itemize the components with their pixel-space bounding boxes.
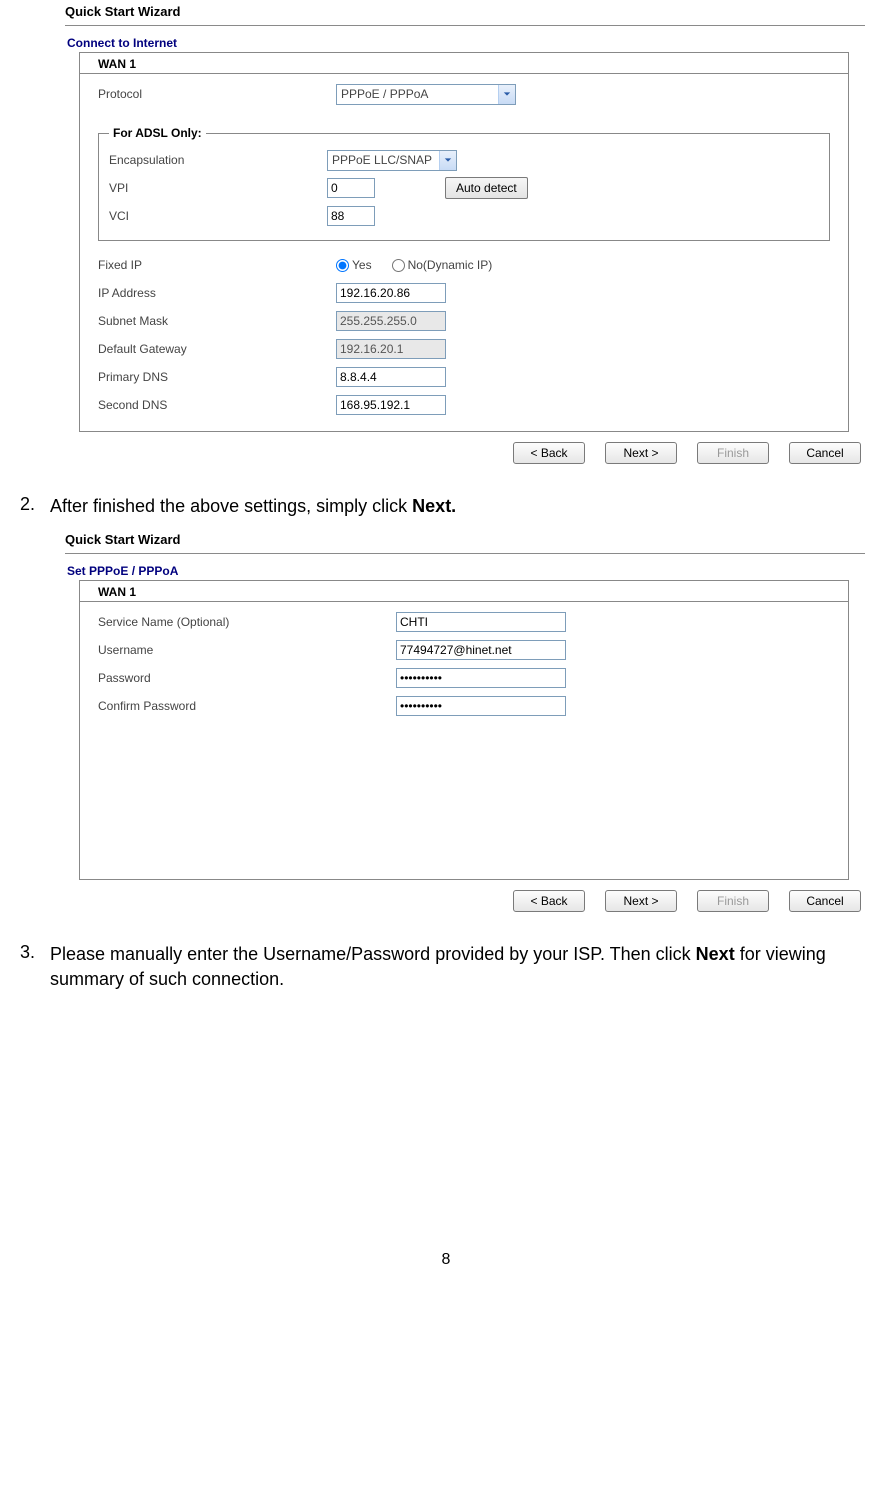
default-gateway-input[interactable] — [336, 339, 446, 359]
divider — [65, 553, 865, 554]
subnet-mask-label: Subnet Mask — [98, 314, 336, 328]
protocol-select-value: PPPoE / PPPoA — [337, 87, 434, 101]
step-text: After finished the above settings, simpl… — [50, 494, 872, 518]
step-text: Please manually enter the Username/Passw… — [50, 942, 872, 991]
adsl-fieldset: For ADSL Only: Encapsulation PPPoE LLC/S… — [98, 126, 830, 241]
step-2: 2. After finished the above settings, si… — [20, 494, 872, 518]
step-number: 3. — [20, 942, 50, 991]
cancel-button[interactable]: Cancel — [789, 890, 861, 912]
fixed-ip-yes-radio[interactable]: Yes — [336, 258, 372, 272]
protocol-select[interactable]: PPPoE / PPPoA — [336, 84, 516, 105]
step-number: 2. — [20, 494, 50, 518]
auto-detect-button[interactable]: Auto detect — [445, 177, 528, 199]
fixed-ip-no-radio[interactable]: No(Dynamic IP) — [392, 258, 493, 272]
second-dns-input[interactable] — [336, 395, 446, 415]
step-2-text-a: After finished the above settings, simpl… — [50, 496, 412, 516]
encapsulation-label: Encapsulation — [109, 153, 327, 167]
ip-address-input[interactable] — [336, 283, 446, 303]
divider — [65, 25, 865, 26]
wizard-button-row: < Back Next > Finish Cancel — [79, 880, 863, 920]
username-label: Username — [98, 643, 396, 657]
finish-button: Finish — [697, 890, 769, 912]
subnet-mask-input[interactable] — [336, 311, 446, 331]
vci-label: VCI — [109, 209, 327, 223]
chevron-down-icon — [439, 151, 456, 170]
section-title: Connect to Internet — [67, 36, 865, 50]
service-name-input[interactable] — [396, 612, 566, 632]
wan-panel: WAN 1 Service Name (Optional) Username P… — [79, 580, 849, 880]
encapsulation-select[interactable]: PPPoE LLC/SNAP — [327, 150, 457, 171]
wan-panel: WAN 1 Protocol PPPoE / PPPoA — [79, 52, 849, 432]
wizard-connect-to-internet: Quick Start Wizard Connect to Internet W… — [65, 0, 865, 472]
confirm-password-label: Confirm Password — [98, 699, 396, 713]
wizard-title: Quick Start Wizard — [65, 0, 865, 23]
step-3: 3. Please manually enter the Username/Pa… — [20, 942, 872, 991]
back-button[interactable]: < Back — [513, 442, 585, 464]
protocol-label: Protocol — [98, 87, 336, 101]
encapsulation-select-value: PPPoE LLC/SNAP — [328, 153, 438, 167]
adsl-legend: For ADSL Only: — [109, 126, 206, 140]
next-button[interactable]: Next > — [605, 442, 677, 464]
fixed-ip-no-radio-input[interactable] — [392, 259, 405, 272]
step-3-text-a: Please manually enter the Username/Passw… — [50, 944, 696, 964]
vpi-input[interactable] — [327, 178, 375, 198]
password-label: Password — [98, 671, 396, 685]
ip-address-label: IP Address — [98, 286, 336, 300]
chevron-down-icon — [498, 85, 515, 104]
panel-heading: WAN 1 — [80, 53, 848, 74]
wizard-set-pppoe: Quick Start Wizard Set PPPoE / PPPoA WAN… — [65, 528, 865, 920]
finish-button: Finish — [697, 442, 769, 464]
panel-heading: WAN 1 — [80, 581, 848, 602]
vci-input[interactable] — [327, 206, 375, 226]
password-input[interactable] — [396, 668, 566, 688]
service-name-label: Service Name (Optional) — [98, 615, 396, 629]
cancel-button[interactable]: Cancel — [789, 442, 861, 464]
fixed-ip-label: Fixed IP — [98, 258, 336, 272]
step-3-text-b: Next — [696, 944, 735, 964]
confirm-password-input[interactable] — [396, 696, 566, 716]
default-gateway-label: Default Gateway — [98, 342, 336, 356]
fixed-ip-yes-radio-input[interactable] — [336, 259, 349, 272]
page-number: 8 — [20, 1251, 872, 1269]
section-title: Set PPPoE / PPPoA — [67, 564, 865, 578]
vpi-label: VPI — [109, 181, 327, 195]
primary-dns-input[interactable] — [336, 367, 446, 387]
wizard-title: Quick Start Wizard — [65, 528, 865, 551]
step-2-text-b: Next. — [412, 496, 456, 516]
next-button[interactable]: Next > — [605, 890, 677, 912]
second-dns-label: Second DNS — [98, 398, 336, 412]
fixed-ip-no-label: No(Dynamic IP) — [408, 258, 493, 272]
wizard-button-row: < Back Next > Finish Cancel — [79, 432, 863, 472]
primary-dns-label: Primary DNS — [98, 370, 336, 384]
fixed-ip-yes-label: Yes — [352, 258, 372, 272]
username-input[interactable] — [396, 640, 566, 660]
back-button[interactable]: < Back — [513, 890, 585, 912]
